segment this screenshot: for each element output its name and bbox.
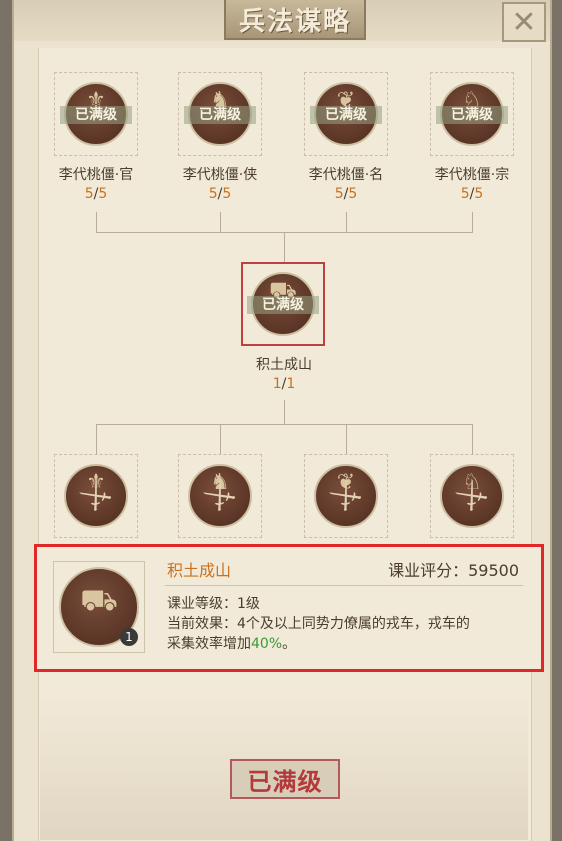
skill-disc: ⚜ ⚔ — [64, 464, 128, 528]
connector-line — [96, 424, 473, 425]
node-progress: 5/5 — [84, 186, 108, 202]
skill-node-guan[interactable]: ⚜ 已满级 — [54, 72, 138, 156]
skill-disc: ⚜ 已满级 — [60, 82, 132, 146]
sword-icon: ⚔ — [321, 470, 371, 522]
connector-line — [472, 424, 473, 454]
skill-disc: ❦ ⚔ — [314, 464, 378, 528]
node-progress: 5/5 — [334, 186, 358, 202]
connector-line — [96, 424, 97, 454]
locked-skill-node[interactable]: ♞ ⚔ — [178, 454, 262, 538]
node-progress: 1/1 — [272, 376, 296, 392]
locked-skill-node[interactable]: ❦ ⚔ — [304, 454, 388, 538]
skill-detail-card: ⛟ 1 积土成山 课业评分：59500 课业等级：1级 当前效果：4个及以上同势… — [34, 544, 544, 672]
skill-name: 积土成山 — [167, 561, 232, 580]
connector-line — [220, 212, 221, 232]
title-banner: 兵法谋略 — [224, 0, 366, 40]
divider — [165, 585, 523, 586]
skill-node-zong[interactable]: ♘ 已满级 — [430, 72, 514, 156]
skill-disc: ❦ 已满级 — [310, 82, 382, 146]
sword-icon: ⚔ — [195, 470, 245, 522]
close-button[interactable]: ✕ — [502, 2, 546, 42]
skill-disc: ⛟ 已满级 — [247, 272, 319, 336]
node-progress: 5/5 — [208, 186, 232, 202]
skill-node-selected[interactable]: ⛟ 已满级 — [241, 262, 325, 346]
connector-line — [284, 232, 285, 262]
locked-skill-node[interactable]: ⚜ ⚔ — [54, 454, 138, 538]
skill-disc: ♞ 已满级 — [184, 82, 256, 146]
sword-icon: ⚔ — [71, 470, 121, 522]
connector-line — [96, 212, 97, 232]
full-level-tag: 已满级 — [247, 296, 319, 314]
skill-detail-icon: ⛟ 1 — [53, 561, 145, 653]
connector-line — [346, 212, 347, 232]
skill-node-ming[interactable]: ❦ 已满级 — [304, 72, 388, 156]
skill-disc: ♘ ⚔ — [440, 464, 504, 528]
level-badge: 1 — [120, 628, 138, 646]
connector-line — [284, 400, 285, 424]
skill-effect-continued: 采集效率增加40%。 — [167, 636, 297, 652]
full-level-tag: 已满级 — [436, 106, 508, 124]
full-level-tag: 已满级 — [184, 106, 256, 124]
full-level-tag: 已满级 — [60, 106, 132, 124]
skill-disc: ♘ 已满级 — [436, 82, 508, 146]
skill-level: 课业等级：1级 — [167, 596, 260, 612]
connector-line — [220, 424, 221, 454]
connector-line — [472, 212, 473, 232]
skill-score: 课业评分：59500 — [388, 561, 519, 580]
max-level-button[interactable]: 已满级 — [230, 759, 340, 799]
node-label: 李代桃僵·官 — [58, 167, 134, 183]
node-label: 李代桃僵·侠 — [182, 167, 258, 183]
full-level-tag: 已满级 — [310, 106, 382, 124]
node-label: 李代桃僵·名 — [308, 167, 384, 183]
skill-effect: 当前效果：4个及以上同势力僚属的戎车，戎车的 — [167, 616, 470, 632]
window-title: 兵法谋略 — [238, 6, 351, 37]
node-label: 积土成山 — [256, 357, 312, 373]
skill-disc: ♞ ⚔ — [188, 464, 252, 528]
sword-icon: ⚔ — [447, 470, 497, 522]
wagon-icon: ⛟ — [80, 583, 118, 618]
skill-node-xia[interactable]: ♞ 已满级 — [178, 72, 262, 156]
node-label: 李代桃僵·宗 — [434, 167, 510, 183]
connector-line — [346, 424, 347, 454]
locked-skill-node[interactable]: ♘ ⚔ — [430, 454, 514, 538]
close-icon[interactable]: ✕ — [511, 5, 536, 40]
node-progress: 5/5 — [460, 186, 484, 202]
